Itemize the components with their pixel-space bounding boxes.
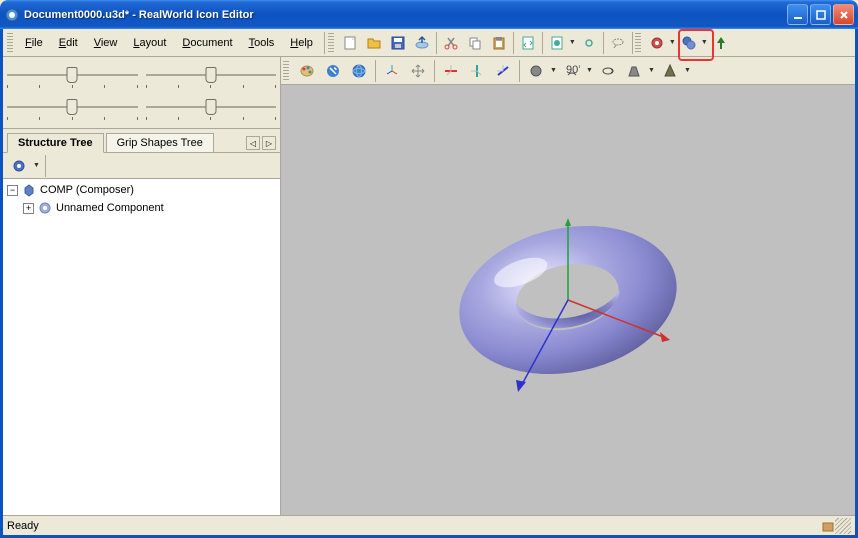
perspective-button[interactable] [622,59,646,83]
globe-button[interactable] [347,59,371,83]
toolbar-grip[interactable] [7,33,13,53]
dropdown-arrow-icon[interactable]: ▼ [669,39,677,46]
separator [434,60,435,82]
slider-2[interactable] [146,65,277,85]
export-button[interactable] [410,31,434,55]
separator [519,60,520,82]
tree-collapse-button[interactable] [709,31,733,55]
tab-scroll-left-button[interactable]: ◁ [246,136,260,150]
toolbar-grip[interactable] [635,33,641,53]
menu-tools[interactable]: Tools [241,34,283,52]
maximize-button[interactable] [810,4,831,25]
tab-scroll-right-button[interactable]: ▷ [262,136,276,150]
menu-view[interactable]: View [86,34,126,52]
menu-file[interactable]: File [17,34,51,52]
cut-button[interactable] [439,31,463,55]
gear-red-button[interactable] [645,31,669,55]
axis-x-button[interactable] [439,59,463,83]
doc-action-2-button[interactable] [545,31,569,55]
menu-document[interactable]: Document [174,34,240,52]
lasso-button[interactable] [606,31,630,55]
slider-3[interactable] [7,97,138,117]
close-button[interactable] [833,4,854,25]
separator [45,155,46,177]
minimize-button[interactable] [787,4,808,25]
tree-node-label: COMP (Composer) [40,184,134,196]
tabs-bar: Structure Tree Grip Shapes Tree ◁ ▷ [3,129,280,153]
axis-xyz-button[interactable] [380,59,404,83]
dropdown-arrow-icon[interactable]: ▼ [550,67,558,74]
component-icon [37,200,53,216]
separator [436,32,437,54]
wrench-button[interactable] [321,59,345,83]
toolbar-grip[interactable] [283,61,289,81]
cone-button[interactable] [658,59,682,83]
app-icon [4,7,20,23]
resize-grip[interactable] [835,518,851,534]
dropdown-arrow-icon[interactable]: ▼ [569,39,577,46]
tree-gear-button[interactable] [7,154,31,178]
tree-expander-icon[interactable]: + [23,203,34,214]
structure-tree[interactable]: − COMP (Composer) + Unnamed Component [3,179,280,515]
tree-node-root[interactable]: − COMP (Composer) [5,181,278,199]
object-mode-button[interactable] [524,59,548,83]
slider-1[interactable] [7,65,138,85]
window-title: Document0000.u3d* - RealWorld Icon Edito… [24,9,787,21]
axis-z-button[interactable] [491,59,515,83]
axis-y-button[interactable] [465,59,489,83]
dropdown-arrow-icon[interactable]: ▼ [586,67,594,74]
tree-node-label: Unnamed Component [56,202,164,214]
3d-viewport[interactable] [281,85,855,515]
dropdown-arrow-icon[interactable]: ▼ [33,162,41,169]
separator [542,32,543,54]
slider-4[interactable] [146,97,277,117]
tree-toolbar: ▼ [3,153,280,179]
right-panel: ▼ 90° ▼ ▼ ▼ [281,57,855,515]
rotate-free-button[interactable] [596,59,620,83]
axis-move-button[interactable] [406,59,430,83]
menu-help[interactable]: Help [282,34,321,52]
menu-layout[interactable]: Layout [125,34,174,52]
tree-expander-icon[interactable]: − [7,185,18,196]
viewport-toolbar: ▼ 90° ▼ ▼ ▼ [281,57,855,85]
separator [375,60,376,82]
rotate-90-button[interactable]: 90° [560,59,584,83]
sliders-panel [3,57,280,129]
dropdown-arrow-icon[interactable]: ▼ [648,67,656,74]
composer-icon [21,182,37,198]
titlebar: Document0000.u3d* - RealWorld Icon Edito… [0,0,858,29]
separator [513,32,514,54]
gear-blue-button[interactable] [677,31,701,55]
palette-button[interactable] [295,59,319,83]
separator [603,32,604,54]
new-button[interactable] [338,31,362,55]
tab-structure-tree[interactable]: Structure Tree [7,133,104,153]
menu-edit[interactable]: Edit [51,34,86,52]
paste-button[interactable] [487,31,511,55]
tree-node-child[interactable]: + Unnamed Component [5,199,278,217]
separator [324,32,325,54]
link-button[interactable] [577,31,601,55]
open-button[interactable] [362,31,386,55]
statusbar-icon [821,519,835,533]
separator [632,32,633,54]
dropdown-arrow-icon[interactable]: ▼ [701,39,709,46]
menubar: File Edit View Layout Document Tools Hel… [3,29,855,57]
left-panel: Structure Tree Grip Shapes Tree ◁ ▷ ▼ − … [3,57,281,515]
statusbar: Ready [3,515,855,535]
torus-render [438,170,698,430]
copy-button[interactable] [463,31,487,55]
tab-grip-shapes-tree[interactable]: Grip Shapes Tree [106,133,214,152]
save-button[interactable] [386,31,410,55]
dropdown-arrow-icon[interactable]: ▼ [684,67,692,74]
toolbar-grip[interactable] [328,33,334,53]
doc-action-1-button[interactable] [516,31,540,55]
status-text: Ready [7,520,821,532]
